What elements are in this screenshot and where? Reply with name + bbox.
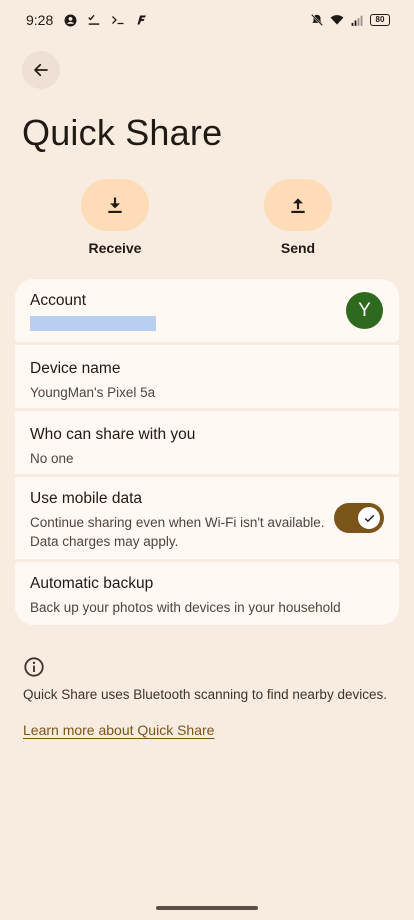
automatic-backup-description: Back up your photos with devices in your… [30, 600, 341, 615]
send-action[interactable]: Send [253, 179, 343, 256]
info-text: Quick Share uses Bluetooth scanning to f… [23, 687, 387, 702]
info-icon [24, 657, 44, 677]
f-app-icon [135, 13, 149, 27]
account-circle-icon [63, 13, 77, 27]
status-time: 9:28 [26, 12, 54, 28]
check-icon [364, 514, 374, 522]
automatic-backup-title: Automatic backup [30, 575, 154, 592]
mobile-data-toggle[interactable] [334, 503, 384, 533]
mobile-data-title: Use mobile data [30, 490, 143, 507]
account-row[interactable]: Account Y [15, 279, 399, 342]
status-bar: 9:28 80 [0, 0, 414, 40]
upload-icon [291, 198, 305, 213]
page-title: Quick Share [22, 112, 223, 153]
signal-icon [350, 13, 364, 27]
receive-action[interactable]: Receive [70, 179, 160, 256]
mobile-data-row[interactable]: Use mobile data Continue sharing even wh… [15, 477, 399, 559]
download-icon [108, 197, 122, 213]
send-button[interactable] [264, 179, 332, 231]
avatar[interactable]: Y [346, 292, 383, 329]
receive-button[interactable] [81, 179, 149, 231]
device-name-title: Device name [30, 360, 121, 377]
device-name-row[interactable]: Device name YoungMan's Pixel 5a [15, 345, 399, 408]
automatic-backup-row[interactable]: Automatic backup Back up your photos wit… [15, 562, 399, 625]
who-can-share-row[interactable]: Who can share with you No one [15, 411, 399, 474]
who-can-share-value: No one [30, 451, 74, 466]
wifi-icon [330, 13, 344, 27]
mobile-data-description: Continue sharing even when Wi-Fi isn't a… [30, 515, 325, 549]
settings-card: Account Y Device name YoungMan's Pixel 5… [15, 279, 399, 625]
mute-icon [310, 13, 324, 27]
who-can-share-title: Who can share with you [30, 426, 196, 443]
navigation-handle[interactable] [156, 906, 258, 910]
arrow-back-icon [34, 63, 48, 77]
back-button[interactable] [22, 51, 60, 89]
battery-icon: 80 [370, 14, 390, 26]
checklist-icon [87, 13, 101, 27]
send-label: Send [280, 240, 316, 256]
receive-label: Receive [88, 240, 142, 256]
device-name-value: YoungMan's Pixel 5a [30, 385, 156, 400]
status-bar-left: 9:28 [26, 12, 149, 28]
learn-more-link[interactable]: Learn more about Quick Share [23, 722, 214, 738]
account-title: Account [30, 292, 87, 309]
account-email-redacted [30, 316, 156, 331]
toggle-knob [358, 507, 380, 529]
status-bar-right: 80 [310, 13, 390, 27]
terminal-icon [111, 13, 125, 27]
